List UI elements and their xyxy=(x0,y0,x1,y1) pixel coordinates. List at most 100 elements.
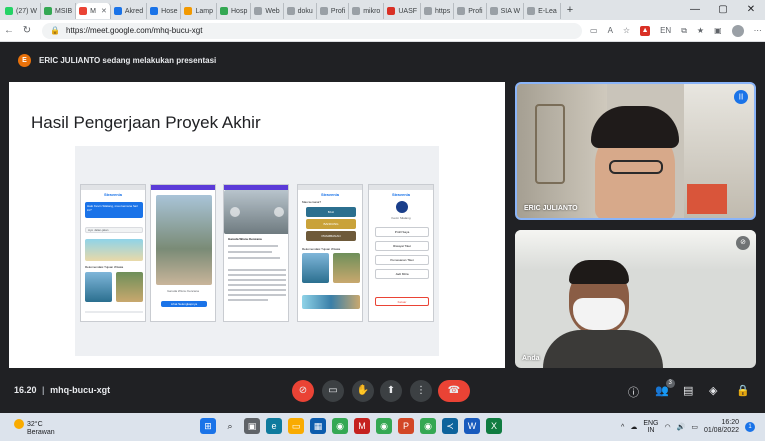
tab-label: mikro xyxy=(363,7,381,15)
volume-icon[interactable]: 🔊 xyxy=(677,423,686,431)
translate-badge[interactable]: EN xyxy=(660,26,671,35)
powerpoint-icon[interactable]: P xyxy=(398,418,414,434)
chrome-profile-icon[interactable]: ◉ xyxy=(376,418,392,434)
statue-photo xyxy=(156,195,212,285)
excel-icon[interactable]: X xyxy=(486,418,502,434)
browser-tab[interactable]: Lamp xyxy=(181,3,217,19)
mic-off-button[interactable]: ⊘ xyxy=(292,380,314,402)
browser-tab[interactable]: mikro xyxy=(349,3,385,19)
ceiling xyxy=(515,230,756,270)
presentation-slide: Hasil Pengerjaan Proyek Akhir Stravenia … xyxy=(9,82,505,368)
menu-partner: Jadi Mitra xyxy=(375,269,429,279)
greeting-text: Halo Kevin Silalang, mau kemana hari ini… xyxy=(87,204,138,212)
window-controls: — ▢ ✕ xyxy=(681,0,765,20)
destination-card xyxy=(333,253,360,283)
more-options-button[interactable]: ⋮ xyxy=(410,380,432,402)
browser-tab[interactable]: (27) W xyxy=(2,3,41,19)
close-icon[interactable]: ✕ xyxy=(737,0,765,20)
reload-icon[interactable]: ↻ xyxy=(18,25,36,36)
browser-tab[interactable]: Profi xyxy=(317,3,350,19)
destination-card xyxy=(85,272,112,302)
url-field[interactable]: 🔒 https://meet.google.com/mhq-bucu-xgt xyxy=(42,22,582,39)
chat-icon[interactable]: ▤ xyxy=(683,384,693,397)
browser-tab[interactable]: Profi xyxy=(454,3,487,19)
slide-title: Hasil Pengerjaan Proyek Akhir xyxy=(31,113,261,132)
phone-explore-screen: Stravenia Mau kemana? BALI BANDUNG PRAMB… xyxy=(297,184,363,322)
chrome-icon[interactable]: ◉ xyxy=(332,418,348,434)
extension-icon[interactable]: ▲ xyxy=(640,25,651,36)
notification-badge[interactable]: 1 xyxy=(745,422,755,432)
battery-icon[interactable]: ▭ xyxy=(691,423,698,431)
tab-favicon-icon xyxy=(220,7,228,15)
store-icon[interactable]: ▦ xyxy=(310,418,326,434)
browser-tab[interactable]: doku xyxy=(284,3,317,19)
browser-tab[interactable]: E-Lea xyxy=(524,3,561,19)
browser-tab[interactable]: Hose xyxy=(147,3,182,19)
browser-tab[interactable]: Akred xyxy=(111,3,148,19)
extensions-icon[interactable]: ⧉ xyxy=(681,26,687,36)
prev-arrow-icon xyxy=(230,207,240,217)
browser-tab[interactable]: Web xyxy=(251,3,284,19)
word-icon[interactable]: W xyxy=(464,418,480,434)
minimize-icon[interactable]: — xyxy=(681,0,709,20)
lock-icon: 🔒 xyxy=(50,26,60,35)
browser-tab[interactable]: Hosp xyxy=(217,3,252,19)
language-indicator[interactable]: ENG IN xyxy=(643,420,658,434)
more-menu-icon[interactable]: ⋯ xyxy=(754,26,762,35)
tab-label: E-Lea xyxy=(538,7,557,15)
tab-favicon-icon xyxy=(113,7,122,15)
participant-tile-presenter[interactable]: ||| ERIC JULIANTO xyxy=(515,82,756,220)
browser-tab[interactable]: SIA W xyxy=(487,3,525,19)
file-explorer-icon[interactable]: ▭ xyxy=(288,418,304,434)
leave-call-button[interactable]: ☎ xyxy=(438,380,470,402)
start-icon[interactable]: ⊞ xyxy=(200,418,216,434)
speaking-indicator-icon: ||| xyxy=(734,90,748,104)
collections-icon[interactable]: ▣ xyxy=(714,26,722,35)
present-button[interactable]: ⬆ xyxy=(380,380,402,402)
browser-tab[interactable]: MSIB xyxy=(41,3,77,19)
weather-widget[interactable]: 32°C Berawan xyxy=(14,419,55,437)
task-view-icon[interactable]: ▣ xyxy=(244,418,260,434)
meeting-details-icon[interactable]: ⓘ xyxy=(628,384,639,400)
browser-tab[interactable]: UASF xyxy=(384,3,422,19)
browser-tab[interactable]: M ✕ xyxy=(76,3,111,19)
presenter-hair xyxy=(591,106,679,148)
edge-icon[interactable]: e xyxy=(266,418,282,434)
beach-banner xyxy=(85,239,143,261)
app-icon[interactable]: M xyxy=(354,418,370,434)
app-logo: Stravenia xyxy=(103,192,122,197)
vscode-icon[interactable]: ≺ xyxy=(442,418,458,434)
browser-tab[interactable]: https xyxy=(421,3,455,19)
favorite-icon[interactable]: ☆ xyxy=(623,26,630,35)
host-controls-icon[interactable]: 🔒 xyxy=(736,384,750,397)
camera-button[interactable]: ▭ xyxy=(322,380,344,402)
close-tab-icon[interactable]: ✕ xyxy=(101,7,107,15)
read-aloud-icon[interactable]: A xyxy=(608,26,613,35)
tab-label: Hose xyxy=(161,7,178,15)
back-icon[interactable]: ← xyxy=(0,25,18,36)
cloud-icon[interactable]: ☁ xyxy=(630,423,637,431)
raise-hand-button[interactable]: ✋ xyxy=(352,380,374,402)
menu-logout: Keluar xyxy=(375,297,429,306)
greeting-card: Halo Kevin Silalang, mau kemana hari ini… xyxy=(85,202,143,218)
wifi-icon[interactable]: ◠ xyxy=(665,423,671,431)
detail-button: Lihat Selengkapnya xyxy=(161,301,207,307)
participant-name: Anda xyxy=(522,355,540,362)
chrome-profile-icon[interactable]: ◉ xyxy=(420,418,436,434)
tab-favicon-icon xyxy=(424,7,433,15)
people-icon[interactable]: 👥 3 xyxy=(655,379,675,397)
where-question: Mau kemana? xyxy=(302,200,322,204)
tab-label: MSIB xyxy=(55,7,73,15)
profile-avatar[interactable] xyxy=(731,24,744,37)
favorites-bar-icon[interactable]: ★ xyxy=(697,26,704,35)
activities-icon[interactable]: ◈ xyxy=(709,384,717,397)
search-icon[interactable]: ⌕ xyxy=(222,418,238,434)
destination-caption: Garuda Wisnu Kencana xyxy=(167,289,199,293)
clock[interactable]: 16:20 01/08/2022 xyxy=(704,419,739,435)
participant-tile-self[interactable]: ⊘ Anda xyxy=(515,230,756,368)
maximize-icon[interactable]: ▢ xyxy=(709,0,737,20)
show-hidden-icon[interactable]: ^ xyxy=(621,424,624,431)
new-tab-button[interactable]: + xyxy=(561,4,579,16)
tab-favicon-icon xyxy=(79,7,88,15)
camera-in-use-icon[interactable]: ▭ xyxy=(590,26,598,35)
